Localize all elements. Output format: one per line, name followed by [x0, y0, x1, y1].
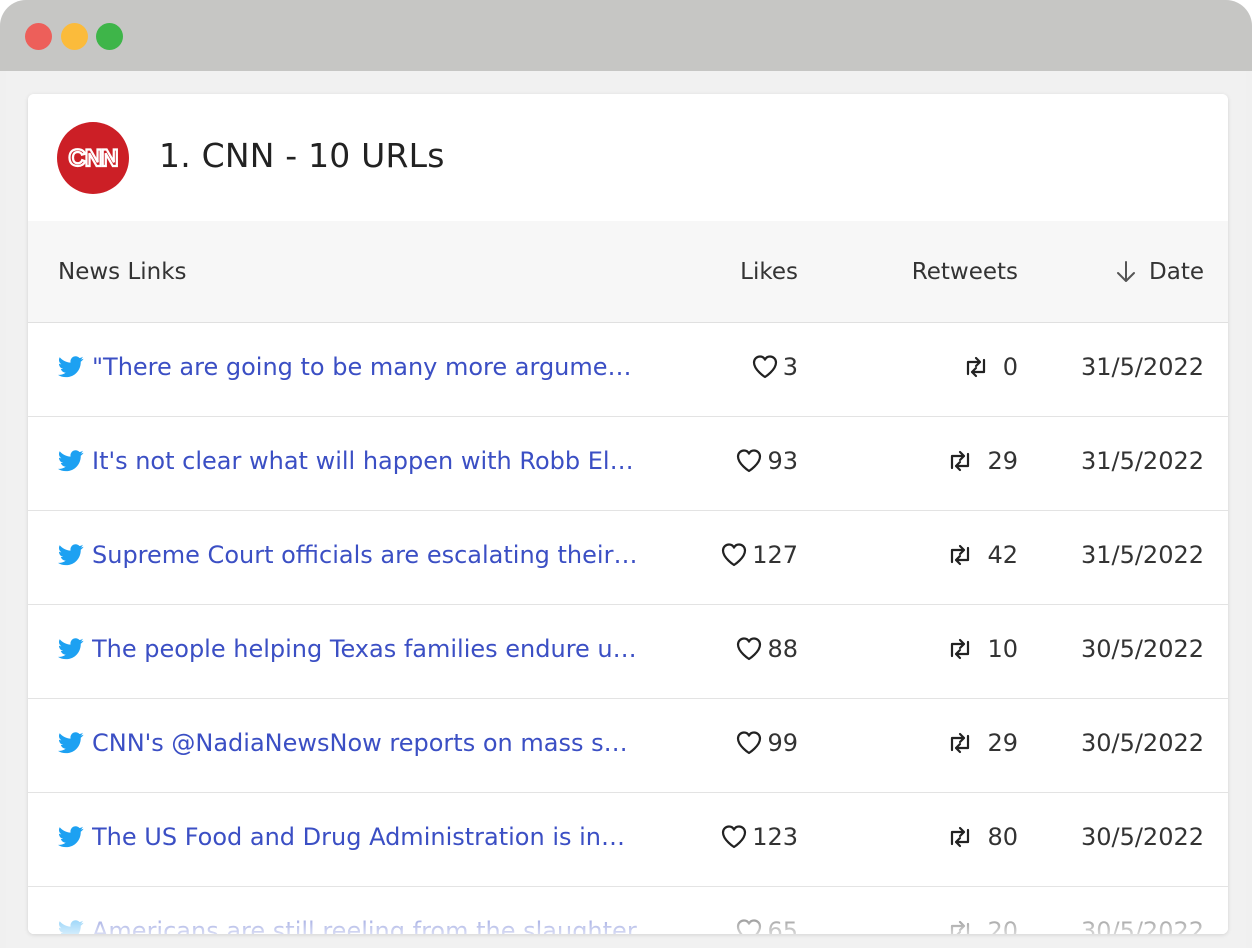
table-row: It's not clear what will happen with Rob…: [28, 417, 1228, 511]
likes-cell: 93: [735, 447, 798, 475]
table-body: "There are going to be many more argumen…: [28, 323, 1228, 934]
retweet-icon: [963, 356, 989, 378]
table-row: Americans are still reeling from the sla…: [28, 887, 1228, 934]
table-row: The US Food and Drug Administration is i…: [28, 793, 1228, 887]
source-card: CNN 1. CNN - 10 URLs News Links Likes Re…: [28, 94, 1228, 934]
news-link-text: "There are going to be many more argumen…: [92, 353, 638, 381]
page-content: CNN 1. CNN - 10 URLs News Links Likes Re…: [6, 71, 1246, 948]
news-link-text: Supreme Court officials are escalating t…: [92, 541, 638, 569]
retweets-cell: 10: [947, 635, 1018, 663]
date-cell: 30/5/2022: [1080, 635, 1204, 663]
retweets-count: 29: [987, 447, 1018, 475]
likes-count: 93: [767, 447, 798, 475]
retweets-count: 20: [987, 917, 1018, 934]
news-link-text: It's not clear what will happen with Rob…: [92, 447, 638, 475]
minimize-window-button[interactable]: [61, 23, 88, 50]
likes-count: 99: [767, 729, 798, 757]
twitter-bird-icon: [58, 732, 84, 754]
twitter-bird-icon: [58, 826, 84, 848]
card-title: 1. CNN - 10 URLs: [159, 136, 445, 175]
heart-icon: [720, 542, 748, 568]
svg-text:CNN: CNN: [69, 145, 118, 172]
card-header: CNN 1. CNN - 10 URLs: [28, 94, 1228, 221]
news-link[interactable]: It's not clear what will happen with Rob…: [58, 447, 638, 475]
heart-icon: [735, 636, 763, 662]
heart-icon: [735, 730, 763, 756]
news-link[interactable]: The people helping Texas families endure…: [58, 635, 638, 663]
news-link[interactable]: CNN's @NadiaNewsNow reports on mass shoo…: [58, 729, 638, 757]
retweets-count: 0: [1002, 353, 1018, 381]
twitter-bird-icon: [58, 544, 84, 566]
date-cell: 30/5/2022: [1080, 729, 1204, 757]
retweets-cell: 0: [963, 353, 1018, 381]
news-link[interactable]: The US Food and Drug Administration is i…: [58, 823, 638, 851]
column-header-retweets[interactable]: Retweets: [912, 257, 1018, 287]
column-header-news-links[interactable]: News Links: [58, 257, 187, 287]
arrow-down-icon: [1117, 261, 1136, 282]
likes-count: 123: [752, 823, 798, 851]
twitter-bird-icon: [58, 638, 84, 660]
retweet-icon: [947, 544, 973, 566]
retweets-cell: 80: [947, 823, 1018, 851]
news-link[interactable]: "There are going to be many more argumen…: [58, 353, 638, 381]
likes-cell: 127: [720, 541, 798, 569]
date-cell: 30/5/2022: [1080, 823, 1204, 851]
news-link-text: The US Food and Drug Administration is i…: [92, 823, 638, 851]
likes-cell: 3: [751, 353, 798, 381]
cnn-logo-mark: CNN: [67, 144, 119, 173]
window-titlebar: [0, 0, 1252, 71]
news-link[interactable]: Americans are still reeling from the sla…: [58, 917, 638, 934]
likes-cell: 88: [735, 635, 798, 663]
browser-window: CNN 1. CNN - 10 URLs News Links Likes Re…: [0, 0, 1252, 948]
news-link-text: CNN's @NadiaNewsNow reports on mass shoo…: [92, 729, 638, 757]
date-cell: 31/5/2022: [1080, 353, 1204, 381]
table-row: CNN's @NadiaNewsNow reports on mass shoo…: [28, 699, 1228, 793]
likes-cell: 65: [735, 917, 798, 934]
twitter-bird-icon: [58, 356, 84, 378]
cnn-logo: CNN: [57, 122, 129, 194]
heart-icon: [751, 354, 779, 380]
retweet-icon: [947, 450, 973, 472]
news-link-text: The people helping Texas families endure…: [92, 635, 638, 663]
table-header: News Links Likes Retweets Date: [28, 221, 1228, 323]
retweets-cell: 29: [947, 729, 1018, 757]
twitter-bird-icon: [58, 920, 84, 934]
heart-icon: [735, 448, 763, 474]
retweets-count: 10: [987, 635, 1018, 663]
heart-icon: [720, 824, 748, 850]
retweet-icon: [947, 920, 973, 934]
likes-count: 88: [767, 635, 798, 663]
heart-icon: [735, 918, 763, 934]
table-row: "There are going to be many more argumen…: [28, 323, 1228, 417]
column-header-date[interactable]: Date: [1115, 257, 1204, 287]
likes-count: 127: [752, 541, 798, 569]
retweets-count: 80: [987, 823, 1018, 851]
news-link-text: Americans are still reeling from the sla…: [92, 917, 637, 934]
retweets-cell: 29: [947, 447, 1018, 475]
likes-count: 3: [782, 353, 798, 381]
maximize-window-button[interactable]: [96, 23, 123, 50]
likes-cell: 99: [735, 729, 798, 757]
likes-count: 65: [767, 917, 798, 934]
retweet-icon: [947, 732, 973, 754]
retweets-count: 42: [987, 541, 1018, 569]
table-row: Supreme Court officials are escalating t…: [28, 511, 1228, 605]
close-window-button[interactable]: [25, 23, 52, 50]
retweets-cell: 20: [947, 917, 1018, 934]
retweets-cell: 42: [947, 541, 1018, 569]
news-link[interactable]: Supreme Court officials are escalating t…: [58, 541, 638, 569]
column-header-date-label: Date: [1149, 259, 1204, 285]
date-cell: 31/5/2022: [1080, 447, 1204, 475]
date-cell: 31/5/2022: [1080, 541, 1204, 569]
retweet-icon: [947, 826, 973, 848]
retweet-icon: [947, 638, 973, 660]
retweets-count: 29: [987, 729, 1018, 757]
table-row: The people helping Texas families endure…: [28, 605, 1228, 699]
twitter-bird-icon: [58, 450, 84, 472]
column-header-likes[interactable]: Likes: [740, 257, 798, 287]
likes-cell: 123: [720, 823, 798, 851]
date-cell: 30/5/2022: [1080, 917, 1204, 934]
